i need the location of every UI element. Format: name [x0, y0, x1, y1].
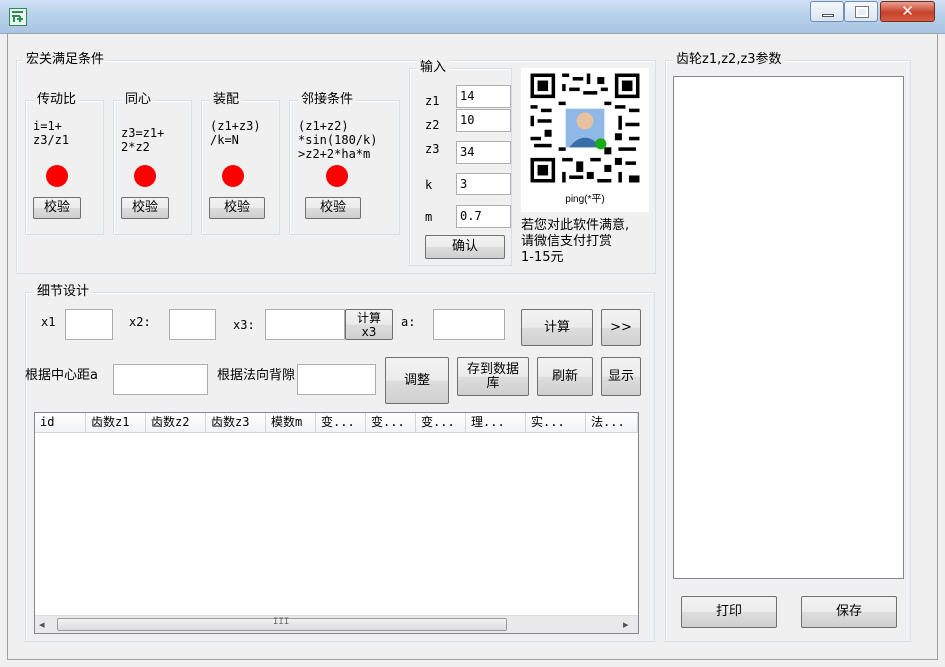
- minimize-icon: [822, 14, 834, 17]
- qr-caption: ping(*平): [565, 194, 605, 205]
- verify-button[interactable]: 校验: [209, 197, 265, 219]
- verify-button[interactable]: 校验: [121, 197, 169, 219]
- status-indicator: [222, 165, 244, 187]
- card-formula: (z1+z2) *sin(180/k) >z2+2*ha*m: [298, 119, 378, 161]
- adjacency-card: 邻接条件 (z1+z2) *sin(180/k) >z2+2*ha*m 校验: [289, 91, 400, 235]
- card-title: 邻接条件: [298, 91, 357, 109]
- save-to-database-button[interactable]: 存到数据 库: [457, 357, 529, 396]
- results-grid[interactable]: id 齿数z1 齿数z2 齿数z3 模数m 变... 变... 变... 理..…: [34, 412, 639, 634]
- card-title: 装配: [210, 91, 243, 109]
- column-header-z2[interactable]: 齿数z2: [146, 413, 206, 433]
- assembly-card: 装配 (z1+z3) /k=N 校验: [201, 91, 280, 235]
- column-header-z3[interactable]: 齿数z3: [206, 413, 266, 433]
- detail-design-legend: 细节设计: [34, 283, 93, 301]
- x2-label: x2:: [129, 315, 151, 329]
- card-formula: i=1+ z3/z1: [33, 119, 70, 147]
- transmission-ratio-card: 传动比 i=1+ z3/z1 校验: [25, 91, 104, 235]
- x2-input[interactable]: [169, 309, 216, 340]
- card-formula: (z1+z3) /k=N: [210, 119, 261, 147]
- card-formula: z3=z1+ 2*z2: [121, 126, 165, 154]
- donate-message: 若您对此软件满意, 请微信支付打赏 1-15元: [521, 218, 630, 265]
- normal-backlash-label: 根据法向背隙: [217, 368, 296, 383]
- x3-label: x3:: [233, 318, 255, 332]
- column-header-shift-1[interactable]: 变...: [316, 413, 366, 433]
- z2-input[interactable]: 10: [456, 109, 511, 132]
- column-header-module[interactable]: 模数m: [266, 413, 316, 433]
- close-button[interactable]: ✕: [880, 1, 935, 22]
- verify-button[interactable]: 校验: [305, 197, 361, 219]
- concentric-card: 同心 z3=z1+ 2*z2 校验: [113, 91, 192, 235]
- show-button[interactable]: 显示: [601, 357, 641, 396]
- m-input[interactable]: 0.7: [456, 205, 511, 228]
- normal-backlash-input[interactable]: [297, 364, 376, 395]
- confirm-button[interactable]: 确认: [425, 235, 505, 259]
- calculate-button[interactable]: 计算: [521, 309, 593, 346]
- scroll-right-icon[interactable]: ▸: [623, 616, 629, 633]
- x1-label: x1: [41, 315, 56, 329]
- refresh-button[interactable]: 刷新: [537, 357, 593, 396]
- center-distance-input[interactable]: [113, 364, 208, 395]
- x3-input[interactable]: [265, 309, 345, 340]
- center-distance-label: 根据中心距a: [25, 368, 98, 383]
- status-indicator: [46, 165, 68, 187]
- a-input[interactable]: [433, 309, 505, 340]
- maximize-button[interactable]: [844, 1, 878, 22]
- app-icon: [9, 8, 27, 26]
- macro-conditions-legend: 宏关满足条件: [23, 51, 108, 69]
- card-title: 同心: [122, 91, 155, 109]
- horizontal-scrollbar[interactable]: ◂ III ▸: [35, 615, 638, 633]
- input-legend: 输入: [417, 59, 450, 77]
- title-bar: [0, 0, 945, 34]
- gear-params-legend: 齿轮z1,z2,z3参数: [673, 51, 785, 69]
- k-label: k: [425, 178, 433, 192]
- calculate-x3-button[interactable]: 计算 x3: [345, 309, 393, 340]
- z1-input[interactable]: 14: [456, 85, 511, 108]
- scroll-left-icon[interactable]: ◂: [39, 616, 45, 633]
- z2-label: z2: [425, 118, 440, 132]
- card-title: 传动比: [34, 91, 80, 109]
- column-header-theoretical[interactable]: 理...: [466, 413, 526, 433]
- column-header-id[interactable]: id: [35, 413, 86, 433]
- column-header-shift-3[interactable]: 变...: [416, 413, 466, 433]
- adjust-button[interactable]: 调整: [385, 357, 449, 404]
- save-button[interactable]: 保存: [801, 596, 897, 628]
- gear-params-output[interactable]: [673, 76, 904, 579]
- z1-label: z1: [425, 94, 440, 108]
- m-label: m: [425, 210, 433, 224]
- z3-label: z3: [425, 142, 440, 156]
- status-indicator: [134, 165, 156, 187]
- column-header-actual[interactable]: 实...: [526, 413, 586, 433]
- column-header-z1[interactable]: 齿数z1: [86, 413, 146, 433]
- status-indicator: [326, 165, 348, 187]
- maximize-icon: [855, 6, 869, 18]
- minimize-button[interactable]: [810, 1, 844, 22]
- wechat-qr-code: ping(*平): [521, 68, 649, 212]
- qr-pattern: [530, 73, 640, 183]
- column-header-shift-2[interactable]: 变...: [366, 413, 416, 433]
- verify-button[interactable]: 校验: [33, 197, 81, 219]
- a-label: a:: [401, 315, 416, 329]
- k-input[interactable]: 3: [456, 173, 511, 195]
- grid-header: id 齿数z1 齿数z2 齿数z3 模数m 变... 变... 变... 理..…: [35, 413, 638, 433]
- column-header-normal[interactable]: 法...: [586, 413, 638, 433]
- scroll-thumb[interactable]: III: [57, 617, 507, 631]
- expand-button[interactable]: >>: [601, 309, 641, 346]
- x1-input[interactable]: [65, 309, 113, 340]
- z3-input[interactable]: 34: [456, 141, 511, 164]
- print-button[interactable]: 打印: [681, 596, 777, 628]
- close-icon: ✕: [901, 2, 914, 20]
- scroll-grip-icon: III: [273, 617, 290, 627]
